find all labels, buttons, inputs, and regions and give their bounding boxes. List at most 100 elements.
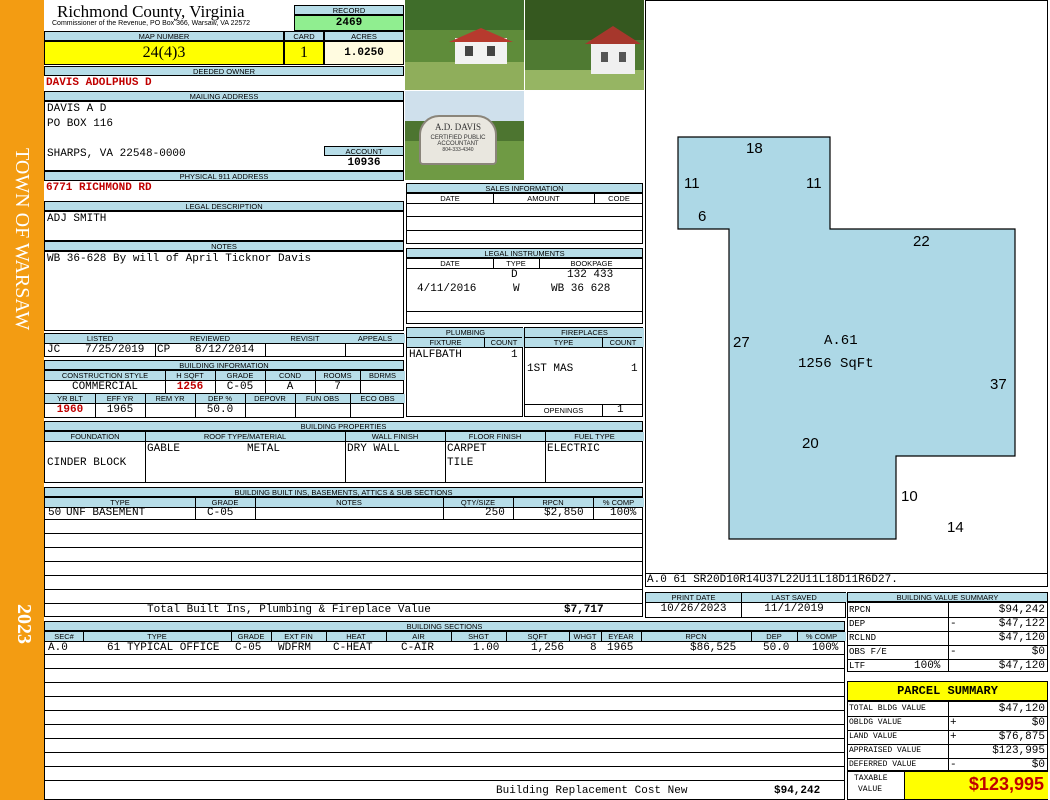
house-photo-2 xyxy=(525,0,644,90)
h-floor: FLOOR FINISH xyxy=(468,432,522,441)
plumbing-fixture: HALFBATH xyxy=(409,349,462,361)
li-row2-type: W xyxy=(513,283,520,295)
fireplaces-count-header: COUNT xyxy=(609,338,637,347)
h-foundation: FOUNDATION xyxy=(70,432,120,441)
sec-h-heat: HEAT xyxy=(346,632,366,641)
dim-right: 37 xyxy=(990,376,1007,393)
dim-mid-top: 22 xyxy=(913,233,930,250)
vs-rpcn-label: RPCN xyxy=(849,605,871,615)
reviewed-by: CP xyxy=(157,344,171,356)
h-sqft: H SQFT xyxy=(176,371,204,380)
li-row2-bookpage: WB 36 628 xyxy=(551,283,611,295)
sec-whgt: 8 xyxy=(590,642,597,654)
ps-obldg-label: OBLDG VALUE xyxy=(849,718,902,727)
wall-value: DRY WALL xyxy=(347,443,400,455)
listed-by: JC xyxy=(47,344,61,356)
print-date: 10/26/2023 xyxy=(660,603,727,615)
openings-value: 1 xyxy=(617,404,624,416)
taxable-label-1: TAXABLE xyxy=(854,774,888,783)
h-dep: DEP % xyxy=(207,394,233,403)
reviewed-date: 8/12/2014 xyxy=(195,344,255,356)
sec-eyear: 1965 xyxy=(607,642,634,654)
sales-header: SALES INFORMATION xyxy=(406,183,643,193)
sign-line1: A.D. DAVIS xyxy=(434,122,482,132)
floor2-value: TILE xyxy=(447,457,474,469)
vs-ltf-value: $47,120 xyxy=(998,660,1045,672)
sec-heat: C-HEAT xyxy=(333,642,373,654)
sec-type: TYPICAL OFFICE xyxy=(127,642,220,654)
taxable-value-box: TAXABLE VALUE $123,995 xyxy=(847,771,1048,800)
legal-instruments-header: LEGAL INSTRUMENTS xyxy=(406,248,643,258)
area-label: A.61 xyxy=(824,333,858,349)
dim-left: 27 xyxy=(733,334,750,351)
fireplace-type: 1ST MAS xyxy=(527,363,574,375)
openings-label: OPENINGS xyxy=(543,406,584,415)
h-wall: WALL FINISH xyxy=(371,432,419,441)
sec-grade: C-05 xyxy=(235,642,262,654)
sec-extfin: WDFRM xyxy=(278,642,312,654)
bi-h-rpcn: RPCN xyxy=(542,498,564,507)
bi-row-code: 50 xyxy=(48,507,62,519)
rooms-value: 7 xyxy=(334,381,341,393)
physical-address-header: PHYSICAL 911 ADDRESS xyxy=(44,171,404,181)
value-summary-table: RPCN $94,242 DEP - $47,122 RCLND $47,120… xyxy=(847,602,1048,672)
building-properties-header: BUILDING PROPERTIES xyxy=(44,421,643,431)
sec-h-eyear: EYEAR xyxy=(608,632,634,641)
sales-col-amount: AMOUNT xyxy=(527,194,560,203)
bi-row-comp: 100% xyxy=(610,507,637,519)
dim-left-top: 11 xyxy=(684,175,700,192)
acres-header: ACRES xyxy=(324,31,404,41)
bi-h-grade: GRADE xyxy=(211,498,239,507)
li-col-bookpage: BOOKPAGE xyxy=(570,259,613,268)
mailing-line3: SHARPS, VA 22548-0000 xyxy=(47,148,186,160)
h-sqft-value: 1256 xyxy=(176,381,204,393)
builtins-total-label: Total Built Ins, Plumbing & Fireplace Va… xyxy=(147,604,431,616)
vs-ltf-pct: 100% xyxy=(914,660,941,672)
sec-rpcn: $86,525 xyxy=(690,642,737,654)
notes-header: NOTES xyxy=(44,241,404,251)
sec-h-air: AIR xyxy=(412,632,425,641)
building-sections-header: BUILDING SECTIONS xyxy=(44,621,845,631)
fireplaces-header: FIREPLACES xyxy=(561,328,608,337)
legal-description-header: LEGAL DESCRIPTION xyxy=(44,201,404,211)
li-col-type: TYPE xyxy=(506,259,526,268)
vs-rclnd-label: RCLND xyxy=(849,633,877,643)
fireplaces-type-header: TYPE xyxy=(553,338,574,347)
mailing-line1: DAVIS A D xyxy=(47,103,107,115)
vs-dep-sign: - xyxy=(950,618,957,630)
ps-deferred-label: DEFERRED VALUE xyxy=(849,760,917,769)
sketch-panel: 18 11 11 6 22 27 37 20 10 14 A.61 1256 S… xyxy=(645,0,1048,587)
bi-row-qty: 250 xyxy=(485,507,505,519)
ps-land-label: LAND VALUE xyxy=(849,732,898,741)
roof-material-value: METAL xyxy=(247,443,281,455)
ps-appraised-value: $123,995 xyxy=(992,745,1045,757)
notes-text: WB 36-628 By will of April Ticknor Davis xyxy=(47,253,312,265)
building-info-header: BUILDING INFORMATION xyxy=(44,360,404,370)
map-number-header: MAP NUMBER xyxy=(44,31,284,41)
dim-bottom: 14 xyxy=(947,519,964,536)
building-info-table: CONSTRUCTION STYLE H SQFT GRADE COND ROO… xyxy=(44,370,405,418)
sec-sqft: 1,256 xyxy=(531,642,565,654)
const-style: COMMERCIAL xyxy=(71,381,138,393)
legal-description: ADJ SMITH xyxy=(47,213,107,225)
legal-instruments-table: DATE TYPE BOOKPAGE D 132 433 4/11/2016 W… xyxy=(406,258,643,324)
dim-step: 6 xyxy=(698,208,706,225)
appeals-header: APPEALS xyxy=(357,334,393,343)
print-date-table: PRINT DATE LAST SAVED 10/26/2023 11/1/20… xyxy=(645,592,847,618)
h-roof: ROOF TYPE/MATERIAL xyxy=(203,432,287,441)
li-col-date: DATE xyxy=(440,259,460,268)
account-value: 10936 xyxy=(347,157,381,169)
deeded-owner-header: DEEDED OWNER xyxy=(44,66,404,76)
sec-h-sec: SEC# xyxy=(54,632,74,641)
sales-table: DATE AMOUNT CODE xyxy=(406,193,643,244)
house-photo-1 xyxy=(405,0,524,90)
bi-h-qty: QTY/SIZE xyxy=(460,498,496,507)
ps-total-bldg-label: TOTAL BLDG VALUE xyxy=(849,704,926,713)
builtins-table: TYPE GRADE NOTES QTY/SIZE RPCN % COMP 50… xyxy=(44,497,644,617)
dim-bottom-mid: 20 xyxy=(802,435,819,452)
h-depovr: DEPOVR xyxy=(254,394,286,403)
brcn-label: Building Replacement Cost New xyxy=(496,785,688,797)
card-header: CARD xyxy=(284,31,324,41)
floor-plan-sketch: 18 11 11 6 22 27 37 20 10 14 A.61 1256 S… xyxy=(677,136,1016,540)
vs-obs-value: $0 xyxy=(1031,646,1045,658)
